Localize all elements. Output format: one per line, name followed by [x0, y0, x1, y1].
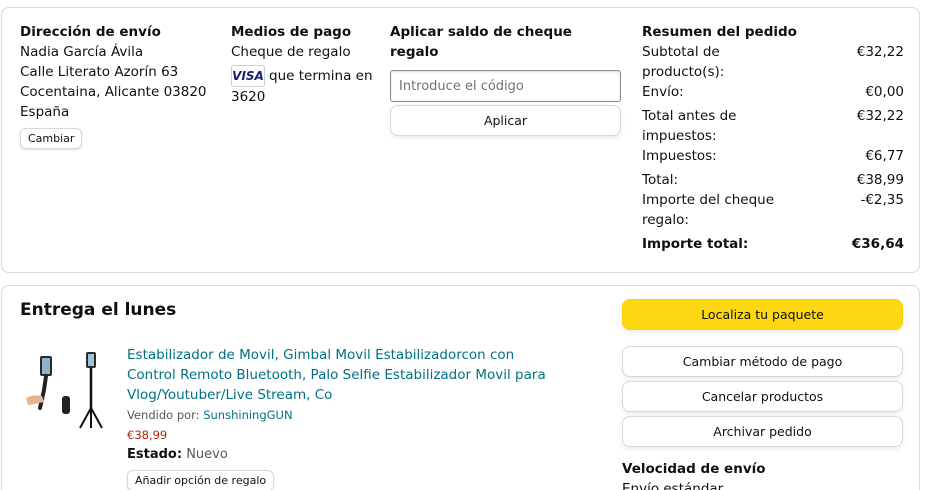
- gift-card-heading: Aplicar saldo de cheque regalo: [390, 24, 572, 60]
- shipping-speed-value: Envío estándar: [622, 481, 724, 490]
- shipping-name: Nadia García Ávila: [20, 44, 144, 60]
- summary-row-label: Total antes de impuestos:: [642, 108, 737, 144]
- summary-row-label: Importe del cheque regalo:: [642, 192, 775, 228]
- product-info: Estabilizador de Movil, Gimbal Movil Est…: [127, 345, 567, 490]
- payment-section: Medios de pago Cheque de regalo VISA que …: [231, 22, 381, 107]
- shipping-street: Calle Literato Azorín 63: [20, 64, 179, 80]
- grand-total-value: €36,64: [851, 236, 904, 252]
- summary-row-value: €38,99: [856, 172, 904, 188]
- seller-link[interactable]: SunshiningGUN: [203, 408, 292, 422]
- summary-row-label: Impuestos:: [642, 148, 717, 164]
- shipping-city: Cocentaina, Alicante 03820: [20, 84, 207, 100]
- payment-method: Cheque de regalo: [231, 44, 351, 60]
- payment-heading: Medios de pago: [231, 24, 352, 40]
- order-actions: Localiza tu paquete Cambiar método de pa…: [622, 299, 903, 490]
- condition-line: Estado: Nuevo: [127, 445, 567, 465]
- summary-row: Importe del cheque regalo: -€2,35: [642, 190, 904, 230]
- product-image[interactable]: [22, 350, 112, 430]
- apply-gift-button[interactable]: Aplicar: [390, 105, 621, 136]
- delivery-card: Entrega el lunes Estabilizador de Movil,…: [1, 285, 920, 490]
- gift-code-input[interactable]: [390, 70, 621, 102]
- summary-row-value: -€2,35: [860, 192, 904, 208]
- summary-row: Impuestos: €6,77: [642, 146, 904, 166]
- shipping-country: España: [20, 104, 70, 120]
- product-price: €38,99: [127, 428, 168, 442]
- change-address-button[interactable]: Cambiar: [20, 128, 83, 149]
- summary-row: Envío: €0,00: [642, 82, 904, 102]
- delivery-title: Entrega el lunes: [20, 300, 177, 320]
- track-package-button[interactable]: Localiza tu paquete: [622, 299, 903, 330]
- summary-row-value: €32,22: [856, 44, 904, 60]
- archive-order-button[interactable]: Archivar pedido: [622, 416, 903, 447]
- card-info: VISA que termina en 3620: [231, 65, 381, 107]
- summary-row-label: Subtotal de producto(s):: [642, 44, 725, 80]
- seller-line: Vendido por: SunshiningGUN: [127, 405, 567, 425]
- grand-total-row: Importe total: €36,64: [642, 234, 904, 254]
- add-gift-option-button[interactable]: Añadir opción de regalo: [127, 470, 275, 490]
- grand-total-label: Importe total:: [642, 236, 749, 252]
- summary-row-value: €32,22: [856, 108, 904, 124]
- visa-card-icon: VISA: [231, 65, 265, 87]
- summary-row-label: Total:: [642, 172, 679, 188]
- product-title-link[interactable]: Estabilizador de Movil, Gimbal Movil Est…: [127, 345, 567, 405]
- summary-row-value: €6,77: [865, 148, 904, 164]
- shipping-heading: Dirección de envío: [20, 24, 161, 40]
- summary-row: Total: €38,99: [642, 170, 904, 190]
- summary-row-value: €0,00: [865, 84, 904, 100]
- order-totals-section: Resumen del pedido Subtotal de producto(…: [642, 22, 904, 254]
- order-summary-card: Dirección de envío Nadia García Ávila Ca…: [1, 7, 920, 273]
- gift-card-section: Aplicar saldo de cheque regalo Aplicar: [390, 22, 622, 136]
- shipping-speed-heading: Velocidad de envío: [622, 461, 766, 477]
- shipping-address-section: Dirección de envío Nadia García Ávila Ca…: [20, 22, 207, 149]
- summary-row: Subtotal de producto(s): €32,22: [642, 42, 904, 82]
- change-payment-button[interactable]: Cambiar método de pago: [622, 346, 903, 377]
- condition-value: Nuevo: [186, 447, 228, 462]
- cancel-items-button[interactable]: Cancelar productos: [622, 381, 903, 412]
- seller-prefix: Vendido por:: [127, 408, 200, 422]
- summary-row: Total antes de impuestos: €32,22: [642, 106, 904, 146]
- summary-row-label: Envío:: [642, 84, 684, 100]
- order-summary-heading: Resumen del pedido: [642, 24, 797, 40]
- condition-label: Estado:: [127, 447, 183, 462]
